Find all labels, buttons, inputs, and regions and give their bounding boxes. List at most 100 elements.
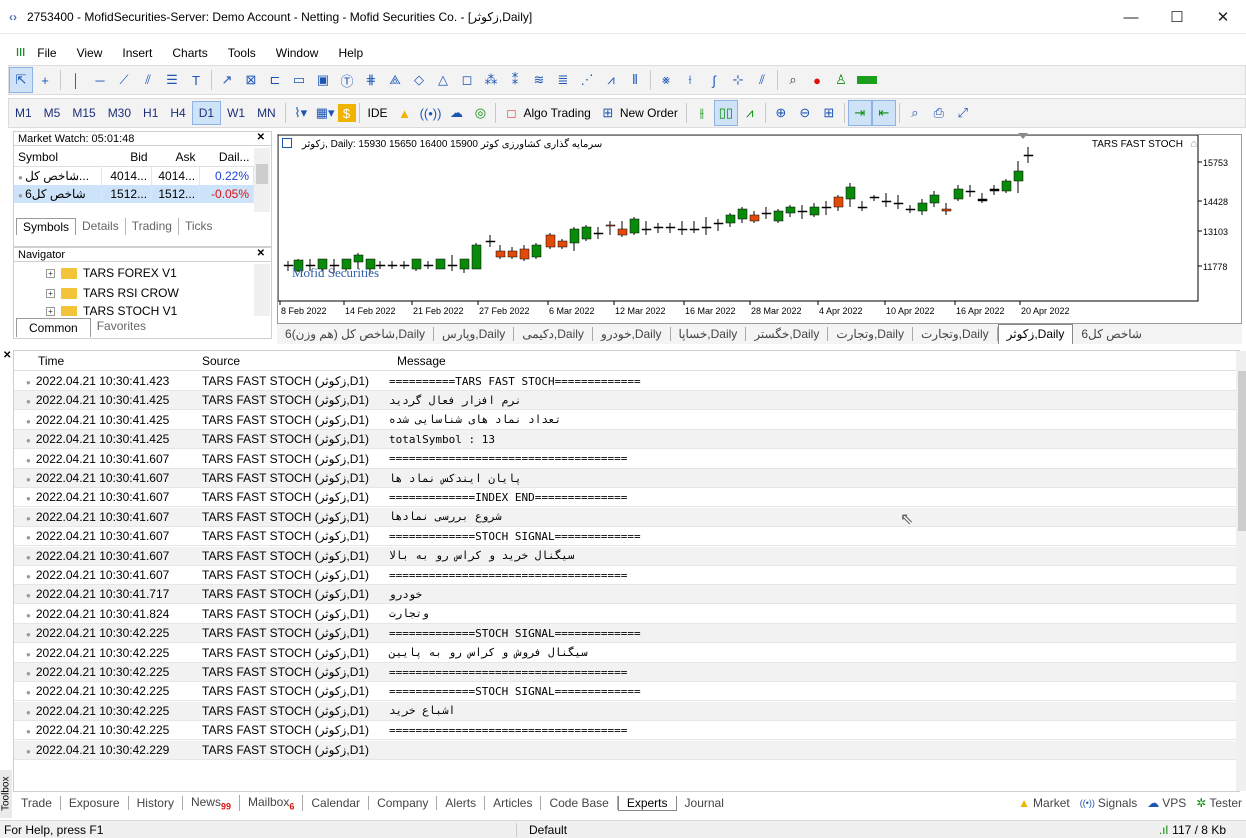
col-symbol[interactable]: Symbol <box>14 148 102 167</box>
log-row[interactable]: ● 2022.04.21 10:30:41.423 TARS FAST STOCH … <box>14 372 1236 391</box>
algo-trading-button[interactable]: Algo Trading <box>523 106 595 120</box>
elliott2-icon[interactable]: ⁑ <box>503 67 527 93</box>
tab-mailbox[interactable]: Mailbox6 <box>240 794 304 812</box>
line-chart-icon[interactable]: ⩘ <box>738 100 762 126</box>
menu-window[interactable]: Window <box>266 46 329 60</box>
menu-file[interactable]: File <box>27 46 66 60</box>
tf-d1[interactable]: D1 <box>191 101 222 125</box>
fibonacci-icon[interactable]: ☰ <box>160 67 184 93</box>
signals-icon[interactable]: ((•)) <box>1080 798 1095 808</box>
tab-journal[interactable]: Journal <box>677 796 732 810</box>
close-icon[interactable]: ✕ <box>3 350 11 361</box>
tab-news[interactable]: News99 <box>183 794 240 812</box>
chart-tab-active[interactable]: زکوثر,Daily <box>997 324 1074 344</box>
log-row[interactable]: ● 2022.04.21 10:30:41.607 TARS FAST STOCH … <box>14 450 1236 469</box>
tab-experts[interactable]: Experts <box>617 795 677 811</box>
close-button[interactable]: ✕ <box>1200 0 1246 34</box>
chart-tab[interactable]: شاخص کل6 <box>1073 327 1150 341</box>
cycle-icon[interactable]: ⊏ <box>263 67 287 93</box>
label-icon[interactable]: ▣ <box>311 67 335 93</box>
cursor-icon[interactable]: ⇱ <box>9 67 33 93</box>
chart-shift-marker[interactable] <box>1018 133 1028 139</box>
close-icon[interactable]: ✕ <box>257 132 265 143</box>
navigator-item[interactable]: + TARS FOREX V1 <box>46 266 177 280</box>
chart-tab[interactable]: خگستر,Daily <box>746 327 829 341</box>
market-row[interactable]: ● شاخص کل... 4014... 4014... 0.22% <box>14 166 254 185</box>
col-message[interactable]: Message <box>379 351 446 370</box>
vertical-line-icon[interactable]: │ <box>64 67 88 93</box>
market-row[interactable]: ● شاخص کل6 1512... 1512... -0.05% <box>14 185 254 203</box>
chart-window[interactable]: 15753 14428 13103 11778 8 Feb 2022 14 Feb 20… <box>277 133 1242 324</box>
print-preview-icon[interactable]: ⌕ <box>903 100 927 126</box>
algo-trading-icon[interactable]: □ <box>499 100 523 126</box>
tab-common[interactable]: Common <box>16 318 91 337</box>
log-row[interactable]: ● 2022.04.21 10:30:42.225 TARS FAST STOCH … <box>14 644 1236 663</box>
col-bid[interactable]: Bid <box>101 148 152 167</box>
navigator-scrollbar[interactable] <box>254 264 270 316</box>
menu-insert[interactable]: Insert <box>112 46 162 60</box>
tab-trade[interactable]: Trade <box>13 796 61 810</box>
text-icon[interactable]: T <box>184 67 208 93</box>
cycle-lines-icon[interactable]: ⦀ <box>623 67 647 93</box>
chart-tab[interactable]: شاخص کل (هم وزن)6,Daily <box>277 327 435 341</box>
market-watch-scrollbar[interactable] <box>254 148 270 212</box>
tab-ticks[interactable]: Ticks <box>179 218 219 235</box>
tab-company[interactable]: Company <box>369 796 438 810</box>
dollar-icon[interactable]: $ <box>337 104 356 122</box>
log-row[interactable]: ● 2022.04.21 10:30:41.607 TARS FAST STOCH … <box>14 566 1236 585</box>
log-row[interactable]: ● 2022.04.21 10:30:41.717 TARS FAST STOCH … <box>14 585 1236 605</box>
close-icon[interactable]: ✕ <box>257 248 265 259</box>
chart-tab[interactable]: خساپا,Daily <box>671 327 747 341</box>
log-row[interactable]: ● 2022.04.21 10:30:41.607 TARS FAST STOCH … <box>14 527 1236 547</box>
curve-icon[interactable]: ∫ <box>702 67 726 93</box>
tester-icon[interactable]: ✲ <box>1196 796 1206 810</box>
zigzag-icon[interactable]: ⫽ <box>750 67 774 93</box>
chart-tab[interactable]: وتجارت,Daily <box>828 327 913 341</box>
tile-icon[interactable]: ⊞ <box>817 100 841 126</box>
col-source[interactable]: Source <box>189 351 379 370</box>
minimize-button[interactable]: — <box>1108 0 1154 34</box>
chart-shift-icon[interactable]: ⇤ <box>871 100 896 126</box>
log-row[interactable]: ● 2022.04.21 10:30:41.607 TARS FAST STOCH … <box>14 546 1236 566</box>
zoom-in-icon[interactable]: ⊕ <box>769 100 793 126</box>
log-scrollbar[interactable] <box>1236 351 1246 791</box>
tf-m5[interactable]: M5 <box>38 101 67 125</box>
tab-exposure[interactable]: Exposure <box>61 796 129 810</box>
gann-fan-icon[interactable]: ⟊ <box>678 67 702 93</box>
tab-articles[interactable]: Articles <box>485 796 542 810</box>
candles-icon[interactable]: ▯▯ <box>713 100 738 126</box>
navigator-item[interactable]: + TARS STOCH V1 <box>46 306 177 316</box>
ok-label-icon[interactable]: ▭ <box>287 67 311 93</box>
expand-icon[interactable]: + <box>46 306 55 316</box>
col-time[interactable]: Time <box>14 351 189 370</box>
print-icon[interactable]: ⎙ <box>927 100 951 126</box>
tab-favorites[interactable]: Favorites <box>91 318 152 337</box>
std-dev-icon[interactable]: ≣ <box>551 67 575 93</box>
channel-icon[interactable]: ⫽ <box>136 67 160 93</box>
objects-icon[interactable]: ⨳ <box>654 67 678 93</box>
notification-icon[interactable]: ● <box>805 67 829 93</box>
signals-link[interactable]: Signals <box>1098 796 1137 810</box>
new-order-button[interactable]: New Order <box>620 106 683 120</box>
fib-fan-icon[interactable]: ⟁ <box>383 67 407 93</box>
tab-history[interactable]: History <box>129 796 183 810</box>
log-row[interactable]: ● 2022.04.21 10:30:41.425 TARS FAST STOCH … <box>14 391 1236 411</box>
ide-button[interactable]: IDE <box>363 106 393 120</box>
menu-charts[interactable]: Charts <box>162 46 217 60</box>
chart-menu-icon[interactable]: ǀǀǀ <box>16 47 25 59</box>
chart-tab[interactable]: دکیمی,Daily <box>514 327 593 341</box>
log-row[interactable]: ● 2022.04.21 10:30:41.824 TARS FAST STOCH … <box>14 605 1236 624</box>
text-box-icon[interactable]: Ⓣ <box>335 67 359 93</box>
tf-h1[interactable]: H1 <box>137 101 164 125</box>
horizontal-line-icon[interactable]: ─ <box>88 67 112 93</box>
log-row[interactable]: ● 2022.04.21 10:30:41.607 TARS FAST STOCH … <box>14 488 1236 508</box>
expand-icon[interactable]: + <box>46 288 55 298</box>
globe-icon[interactable]: ◎ <box>468 100 492 126</box>
level-icon[interactable]: ♙ <box>829 67 853 93</box>
maximize-button[interactable]: ☐ <box>1154 0 1200 34</box>
pitchfork-icon[interactable]: ⊠ <box>239 67 263 93</box>
menu-view[interactable]: View <box>67 46 113 60</box>
rectangle-icon[interactable]: ◻ <box>455 67 479 93</box>
tf-m1[interactable]: M1 <box>9 101 38 125</box>
log-row[interactable]: ● 2022.04.21 10:30:41.425 TARS FAST STOCH … <box>14 411 1236 430</box>
